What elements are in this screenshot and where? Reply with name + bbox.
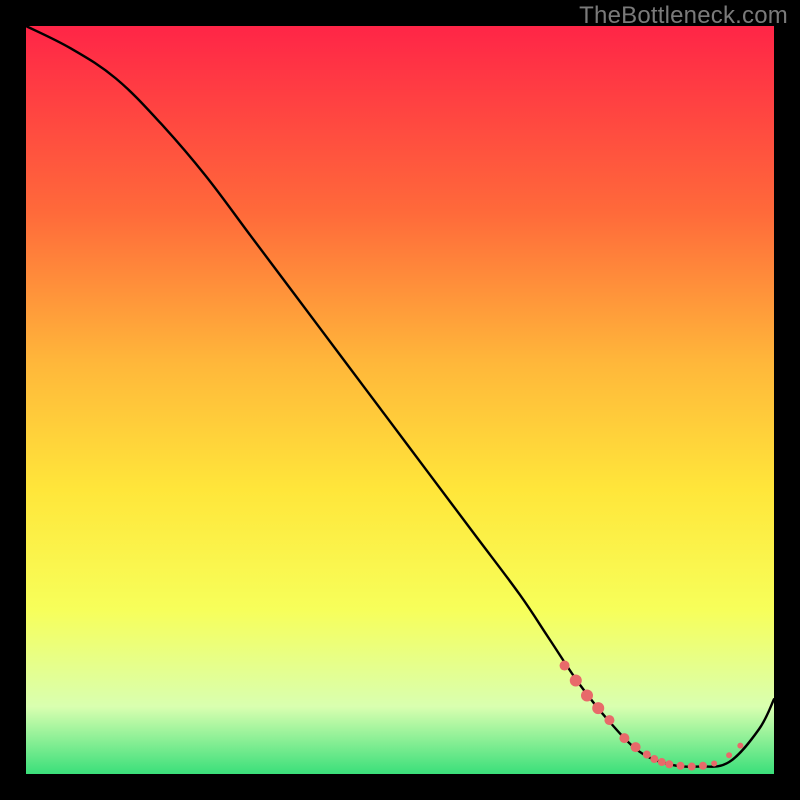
curve-marker [581,689,593,701]
curve-marker [711,761,717,767]
curve-marker [570,675,582,687]
curve-marker [619,733,629,743]
curve-marker [677,762,685,770]
chart-plot-area [26,26,774,774]
chart-svg [26,26,774,774]
curve-marker [592,702,604,714]
curve-marker [604,715,614,725]
curve-marker [726,752,732,758]
watermark-label: TheBottleneck.com [579,2,788,30]
curve-marker [658,758,666,766]
curve-marker [560,661,570,671]
stage: TheBottleneck.com [0,0,800,800]
curve-marker [699,762,707,770]
curve-marker [688,763,696,771]
curve-marker [643,751,651,759]
gradient-background [26,26,774,774]
curve-marker [665,760,673,768]
curve-marker [737,743,743,749]
curve-marker [631,742,641,752]
curve-marker [650,755,658,763]
